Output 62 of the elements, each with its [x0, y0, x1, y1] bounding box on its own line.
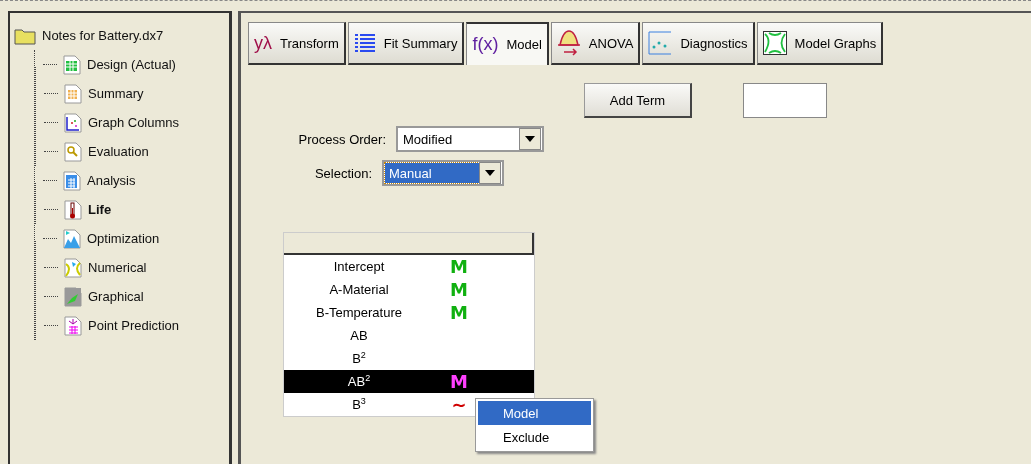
term-cell-text: B$^{3}$	[351, 396, 367, 413]
tree-item[interactable]: Life	[88, 202, 112, 217]
dropdown-arrow-icon	[525, 136, 535, 142]
tab-icon-text: yλ	[254, 32, 272, 54]
tree-item[interactable]: Design (Actual)	[87, 57, 176, 72]
scatter-plot-icon	[64, 112, 82, 133]
point-grid-icon	[64, 315, 82, 336]
spreadsheet-icon	[63, 54, 81, 75]
add-term-button[interactable]: Add Term	[584, 83, 692, 118]
tree-item[interactable]: Analysis	[87, 173, 136, 188]
tree-item[interactable]: Point Prediction	[88, 318, 180, 333]
scatter-plot-icon	[648, 31, 673, 55]
tab[interactable]: yλ Transform	[248, 22, 346, 65]
tab-icon-text: f(x)	[472, 34, 499, 55]
region-icon	[64, 286, 82, 307]
tree-item[interactable]: Graphical	[88, 289, 144, 304]
tree-item[interactable]: Notes for Battery.dx7	[42, 28, 164, 43]
tree-item[interactable]: Numerical	[88, 260, 147, 275]
field-label: Selection:	[313, 165, 372, 181]
table-row[interactable]: B-Temperature M	[284, 301, 534, 324]
contour-icon	[762, 31, 787, 55]
tree-item[interactable]: Evaluation	[88, 144, 149, 159]
tree-item[interactable]: Summary	[88, 86, 144, 101]
model-marker: M	[450, 304, 468, 321]
field-label: Process Order:	[297, 131, 386, 147]
table-row[interactable]: Intercept M	[284, 255, 534, 278]
distribution-icon	[556, 30, 581, 56]
dropdown[interactable]: Modified	[396, 126, 544, 152]
folder-icon	[14, 26, 36, 45]
menu-item[interactable]: Model	[478, 401, 591, 425]
term-cell-text: AB$^{2}$	[346, 373, 372, 390]
contour-icon	[64, 257, 82, 278]
menu-item[interactable]: Exclude	[478, 425, 591, 449]
term-cell-text: B$^{2}$	[351, 350, 367, 367]
table-row[interactable]: AB$^{2}$ M	[284, 370, 534, 393]
model-marker: M	[450, 258, 468, 275]
model-marker: ∼	[451, 396, 467, 413]
term-cell-text: A-Material	[328, 282, 390, 297]
table-row[interactable]: A-Material M	[284, 278, 534, 301]
tree-item[interactable]: Graph Columns	[88, 115, 180, 130]
thermometer-icon	[64, 199, 82, 220]
input-field[interactable]	[743, 83, 827, 118]
tab[interactable]: Model Graphs	[756, 22, 884, 65]
calculator-icon	[63, 170, 81, 191]
list-icon	[353, 34, 376, 52]
tree-item[interactable]: Optimization	[87, 231, 160, 246]
tab[interactable]: Diagnostics	[642, 22, 755, 65]
tab[interactable]: ANOVA	[550, 22, 641, 65]
model-marker: M	[450, 373, 468, 390]
magnifier-icon	[64, 141, 82, 162]
term-cell-text: Intercept	[332, 259, 386, 274]
term-cell-text: AB	[349, 328, 369, 343]
model-marker: M	[450, 281, 468, 298]
table-row[interactable]: B$^{2}$	[284, 347, 534, 370]
mountain-icon	[63, 228, 81, 249]
dropdown-arrow-icon	[485, 170, 495, 176]
dropdown[interactable]: Manual	[382, 160, 504, 186]
table-row[interactable]: AB	[284, 324, 534, 347]
table-icon	[64, 83, 82, 104]
term-cell-text: B-Temperature	[315, 305, 403, 320]
tab[interactable]: f(x) Model	[466, 22, 549, 65]
tab[interactable]: Fit Summary	[347, 22, 465, 65]
